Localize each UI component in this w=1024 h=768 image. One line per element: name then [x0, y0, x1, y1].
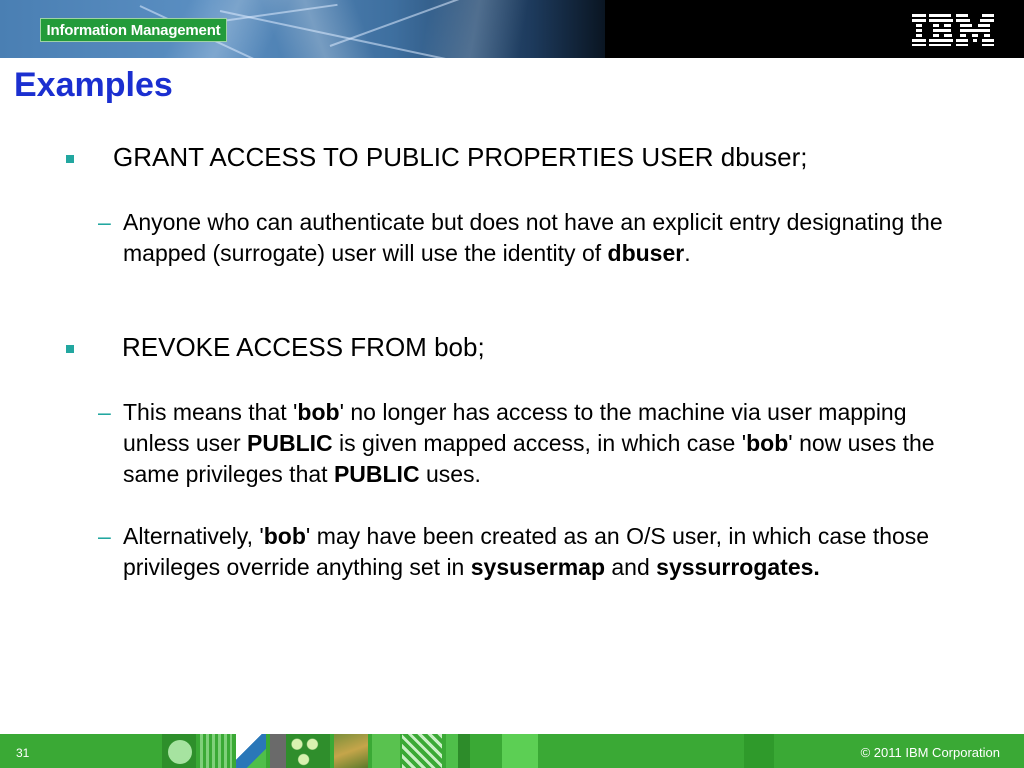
sub-item-text: Anyone who can authenticate but does not… [123, 209, 943, 266]
information-management-badge: Information Management [40, 18, 227, 42]
copyright-text: © 2011 IBM Corporation [860, 745, 1000, 760]
footer-image-strip [162, 734, 612, 768]
footer-bar: 31 © 2011 IBM Corporation [0, 734, 1024, 768]
square-bullet-icon [66, 155, 74, 163]
dash-bullet-icon: – [98, 399, 111, 425]
dash-bullet-icon: – [98, 209, 111, 235]
square-bullet-icon [66, 345, 74, 353]
bullet-text: GRANT ACCESS TO PUBLIC PROPERTIES USER d… [113, 142, 808, 172]
footer-accent-tile [744, 734, 774, 768]
header-banner: Information Management [0, 0, 1024, 58]
slide-title: Examples [14, 66, 173, 104]
ibm-logo [912, 14, 994, 46]
sub-item-text: This means that 'bob' no longer has acce… [123, 399, 935, 487]
page-number: 31 [16, 746, 30, 760]
bullet-text: REVOKE ACCESS FROM bob; [122, 332, 485, 362]
sub-item-text: Alternatively, 'bob' may have been creat… [123, 523, 930, 580]
dash-bullet-icon: – [98, 523, 111, 549]
